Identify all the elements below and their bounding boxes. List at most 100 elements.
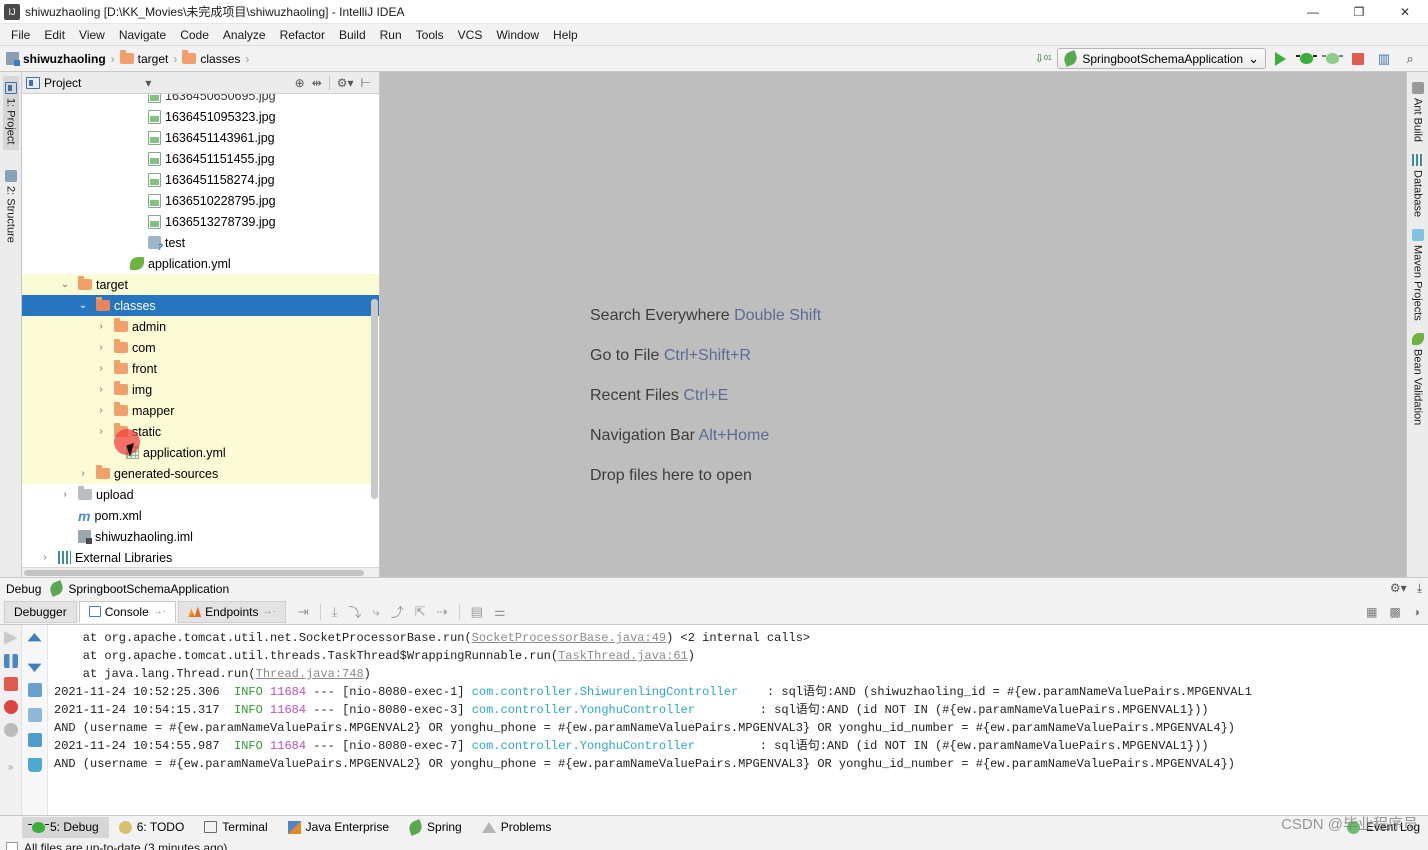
close-button[interactable]: ✕ — [1382, 0, 1428, 24]
tree-item-img[interactable]: › img — [22, 379, 379, 400]
tree-item-target[interactable]: ⌄ target — [22, 274, 379, 295]
dashboard-icon[interactable]: ◑ — [1413, 605, 1420, 619]
menu-item-build[interactable]: Build — [332, 26, 373, 44]
tree-item-upload[interactable]: › upload — [22, 484, 379, 505]
run-configuration-selector[interactable]: SpringbootSchemaApplication ⌄ — [1057, 48, 1266, 69]
tree-item-image[interactable]: 1636513278739.jpg — [22, 211, 379, 232]
console-log-text[interactable]: at org.apache.tomcat.util.net.SocketProc… — [48, 625, 1428, 815]
tree-item-image[interactable]: 1636451158274.jpg — [22, 169, 379, 190]
pin-icon[interactable]: →· — [262, 606, 275, 617]
breadcrumb-item-target[interactable]: target — [119, 50, 168, 66]
menu-item-code[interactable]: Code — [173, 26, 216, 44]
pin-icon[interactable]: →· — [153, 606, 166, 617]
settings-icon[interactable]: ⚌ — [494, 604, 506, 620]
tree-item-generated-sources[interactable]: › generated-sources — [22, 463, 379, 484]
bottom-tab-todo[interactable]: 6: TODO — [109, 817, 195, 838]
chevron-right-icon[interactable]: › — [94, 321, 108, 332]
chevron-right-icon[interactable]: › — [76, 468, 90, 479]
tree-item-application-yml[interactable]: application.yml — [22, 253, 379, 274]
bottom-tab-debug[interactable]: 5: Debug — [22, 816, 109, 838]
pause-icon[interactable] — [3, 654, 18, 668]
menu-item-refactor[interactable]: Refactor — [273, 26, 332, 44]
tree-item-static[interactable]: › static — [22, 421, 379, 442]
chevron-down-icon[interactable]: ⌄ — [76, 300, 90, 311]
minimize-button[interactable]: — — [1290, 0, 1336, 24]
update-project-icon[interactable]: ⇩ 01 — [1031, 47, 1055, 71]
step-out-icon[interactable]: ⤴ — [391, 602, 404, 621]
project-tree-vertical-scrollbar[interactable] — [371, 299, 378, 499]
tree-item-com[interactable]: › com — [22, 337, 379, 358]
show-execution-point-icon[interactable]: ⇥ — [298, 604, 309, 620]
step-over-icon[interactable]: ⤓ — [319, 603, 337, 620]
tab-console[interactable]: Console →· — [78, 600, 177, 623]
stop-icon[interactable] — [3, 677, 18, 691]
bottom-tab-problems[interactable]: Problems — [472, 817, 562, 838]
run-to-cursor-icon[interactable]: ⇢ — [437, 604, 448, 620]
sidebar-item-ant-build[interactable]: Ant Build — [1410, 76, 1426, 148]
breadcrumb-item-classes[interactable]: classes — [182, 50, 240, 66]
tab-debugger[interactable]: Debugger — [4, 600, 77, 623]
tree-item-image[interactable]: 1636451095323.jpg — [22, 106, 379, 127]
scrollbar-thumb[interactable] — [24, 570, 364, 576]
tree-item-front[interactable]: › front — [22, 358, 379, 379]
tree-item-image[interactable]: 1636451143961.jpg — [22, 127, 379, 148]
tree-item-iml[interactable]: shiwuzhaoling.iml — [22, 526, 379, 547]
view-breakpoints-icon[interactable] — [3, 700, 18, 714]
bottom-tab-spring[interactable]: Spring — [399, 817, 472, 838]
tree-item-admin[interactable]: › admin — [22, 316, 379, 337]
layout-icon[interactable]: ▦ — [1366, 605, 1377, 619]
expand-icon[interactable]: » — [8, 762, 14, 773]
run-with-coverage-button[interactable] — [1320, 47, 1344, 71]
tree-item-classes-application-yml[interactable]: application.yml — [22, 442, 379, 463]
chevron-right-icon[interactable]: › — [94, 405, 108, 416]
sidebar-item-bean-validation[interactable]: Bean Validation — [1410, 327, 1426, 431]
menu-item-analyze[interactable]: Analyze — [216, 26, 273, 44]
force-step-into-icon[interactable]: ⤷ — [372, 604, 379, 620]
settings-icon[interactable]: ⚙▾ — [328, 75, 354, 90]
project-tree[interactable]: 1636450650695.jpg 1636451095323.jpg 1636… — [22, 94, 379, 567]
tab-endpoints[interactable]: Endpoints →· — [178, 600, 286, 623]
menu-item-navigate[interactable]: Navigate — [112, 26, 173, 44]
menu-item-edit[interactable]: Edit — [37, 26, 72, 44]
drop-frame-icon[interactable]: ⇱ — [415, 604, 426, 620]
settings-icon[interactable]: ⚙▾ — [1390, 581, 1407, 596]
soft-wrap-icon[interactable] — [27, 683, 42, 697]
menu-item-file[interactable]: File — [4, 26, 37, 44]
build-button[interactable]: ▥ — [1372, 47, 1396, 71]
menu-item-tools[interactable]: Tools — [409, 26, 451, 44]
locate-icon[interactable]: ⊕ — [295, 76, 305, 90]
sidebar-item-structure[interactable]: 2: Structure — [3, 164, 19, 249]
bottom-tab-java-enterprise[interactable]: Java Enterprise — [278, 817, 399, 838]
search-button[interactable]: ⌕ — [1398, 47, 1422, 71]
scroll-to-end-icon[interactable] — [27, 708, 42, 722]
console-source-link[interactable]: Thread.java:748 — [256, 667, 364, 681]
chevron-right-icon[interactable]: › — [94, 384, 108, 395]
chevron-right-icon[interactable]: › — [94, 342, 108, 353]
chevron-down-icon[interactable]: ⌄ — [58, 279, 72, 290]
chevron-down-icon[interactable]: ▾ — [145, 76, 151, 90]
hide-icon[interactable]: ⤓ — [1417, 581, 1422, 596]
debug-button[interactable] — [1294, 47, 1318, 71]
tree-item-mapper[interactable]: › mapper — [22, 400, 379, 421]
console-source-link[interactable]: TaskThread.java:61 — [558, 649, 688, 663]
collapse-all-icon[interactable]: ⇹ — [312, 76, 322, 90]
tree-item-image[interactable]: 1636451151455.jpg — [22, 148, 379, 169]
resume-icon[interactable] — [3, 631, 18, 645]
project-tree-horizontal-scrollbar[interactable] — [22, 567, 379, 577]
scroll-up-icon[interactable] — [27, 633, 42, 642]
chevron-right-icon[interactable]: › — [94, 426, 108, 437]
evaluate-expression-icon[interactable]: ▤ — [458, 603, 483, 620]
chevron-right-icon[interactable]: › — [58, 489, 72, 500]
print-icon[interactable] — [27, 733, 42, 747]
tree-item-external-libraries[interactable]: › External Libraries — [22, 547, 379, 567]
chevron-right-icon[interactable]: › — [38, 552, 52, 563]
breadcrumb-item-project[interactable]: shiwuzhaoling — [6, 52, 106, 66]
menu-item-help[interactable]: Help — [546, 26, 585, 44]
sidebar-item-project[interactable]: 1: Project — [2, 76, 19, 151]
menu-item-window[interactable]: Window — [489, 26, 546, 44]
maximize-button[interactable]: ❐ — [1336, 0, 1382, 24]
chevron-right-icon[interactable]: › — [94, 363, 108, 374]
scroll-down-icon[interactable] — [27, 663, 42, 672]
menu-item-view[interactable]: View — [72, 26, 112, 44]
bottom-tab-terminal[interactable]: Terminal — [194, 817, 277, 838]
